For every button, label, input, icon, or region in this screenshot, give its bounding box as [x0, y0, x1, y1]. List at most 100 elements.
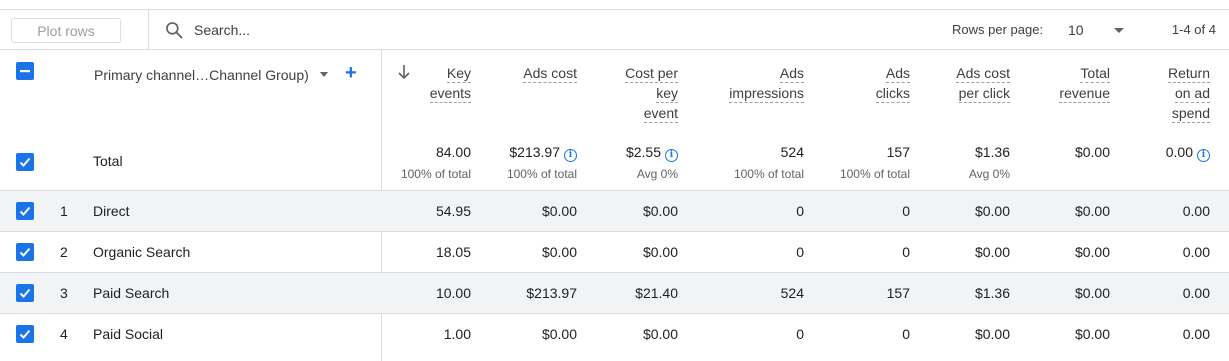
cell-return-on-ad-spend: 0.00	[1182, 244, 1210, 260]
column-header-text: Return	[1167, 65, 1210, 83]
cell-ads-cost: $0.00	[541, 203, 577, 219]
total-value-key-events: 84.00	[435, 144, 471, 160]
check-icon	[19, 288, 31, 298]
column-header-ads-impressions[interactable]: Ads impressions	[729, 63, 804, 103]
search-icon	[166, 22, 183, 39]
rows-per-page-value: 10	[1068, 22, 1084, 38]
cell-return-on-ad-spend: 0.00	[1182, 326, 1210, 342]
cell-return-on-ad-spend: 0.00	[1182, 203, 1210, 219]
total-value-return-on-ad-spend: 0.00 i	[1166, 144, 1210, 162]
cell-cost-per-key-event: $0.00	[642, 244, 678, 260]
column-header-text: impressions	[729, 85, 804, 103]
column-header-ads-cost[interactable]: Ads cost	[523, 63, 577, 83]
total-checkbox[interactable]	[16, 153, 34, 171]
search-input[interactable]	[194, 20, 494, 40]
total-value-ads-impressions: 524	[780, 144, 804, 160]
cell-total-revenue: $0.00	[1074, 203, 1110, 219]
check-icon	[19, 206, 31, 216]
row-channel-name: Paid Search	[93, 285, 170, 301]
total-sub-ads-cost: 100% of total	[506, 167, 577, 181]
column-header-text: spend	[1171, 105, 1210, 123]
column-header-text: events	[429, 85, 471, 103]
add-dimension-icon[interactable]: +	[345, 63, 361, 83]
cell-ads-cost-per-click: $0.00	[974, 244, 1010, 260]
toolbar-bottom-border	[0, 49, 1229, 50]
cell-ads-impressions: 0	[796, 244, 804, 260]
cell-ads-cost: $213.97	[526, 285, 577, 301]
cell-ads-impressions: 0	[796, 326, 804, 342]
row-number: 3	[60, 285, 68, 301]
dimension-header[interactable]: Primary channel…Channel Group)	[94, 67, 309, 83]
select-all-checkbox[interactable]	[16, 62, 34, 80]
row-checkbox[interactable]	[16, 243, 34, 261]
check-icon	[19, 157, 31, 167]
plot-rows-button[interactable]: Plot rows	[11, 18, 121, 43]
cell-ads-clicks: 0	[902, 203, 910, 219]
cell-key-events: 54.95	[435, 203, 471, 219]
column-header-text: Ads cost	[523, 65, 577, 83]
total-value-total-revenue: $0.00	[1074, 144, 1110, 160]
column-header-return-on-ad-spend[interactable]: Return on ad spend	[1167, 63, 1210, 123]
rows-per-page-label: Rows per page:	[952, 22, 1044, 37]
cell-cost-per-key-event: $21.40	[635, 285, 678, 301]
column-header-text: Total	[1080, 65, 1110, 83]
cell-ads-cost-per-click: $0.00	[974, 326, 1010, 342]
total-value-ads-cost-per-click: $1.36	[974, 144, 1010, 160]
row-checkbox[interactable]	[16, 202, 34, 220]
column-header-text: revenue	[1059, 85, 1110, 103]
cell-total-revenue: $0.00	[1074, 326, 1110, 342]
row-number: 4	[60, 326, 68, 342]
info-icon[interactable]: i	[564, 149, 577, 162]
cell-cost-per-key-event: $0.00	[642, 326, 678, 342]
pagination-range: 1-4 of 4	[1171, 22, 1216, 37]
row-checkbox[interactable]	[16, 325, 34, 343]
column-header-cost-per-key-event[interactable]: Cost per key event	[625, 63, 678, 123]
cell-ads-cost: $0.00	[541, 244, 577, 260]
cell-cost-per-key-event: $0.00	[642, 203, 678, 219]
cell-total-revenue: $0.00	[1074, 244, 1110, 260]
cell-key-events: 1.00	[443, 326, 471, 342]
column-header-ads-cost-per-click[interactable]: Ads cost per click	[956, 63, 1010, 103]
rows-per-page-select[interactable]: 10	[1066, 18, 1130, 43]
sort-descending-icon[interactable]	[397, 64, 411, 80]
cell-ads-impressions: 0	[796, 203, 804, 219]
column-header-ads-clicks[interactable]: Ads clicks	[875, 63, 910, 103]
dimension-dropdown-icon[interactable]	[320, 72, 328, 77]
table-row[interactable]: 3 Paid Search 10.00 $213.97 $21.40 524 157 $1.3…	[0, 272, 1229, 313]
total-sub-ads-clicks: 100% of total	[839, 167, 910, 181]
check-icon	[19, 329, 31, 339]
row-number: 2	[60, 244, 68, 260]
column-header-text: Ads cost	[956, 65, 1010, 83]
row-checkbox[interactable]	[16, 284, 34, 302]
cell-return-on-ad-spend: 0.00	[1182, 285, 1210, 301]
toolbar-top-border	[0, 9, 1229, 10]
check-icon	[19, 247, 31, 257]
column-header-text: on ad	[1174, 85, 1210, 103]
cell-ads-clicks: 0	[902, 326, 910, 342]
cell-ads-cost-per-click: $0.00	[974, 203, 1010, 219]
table-row[interactable]: 2 Organic Search 18.05 $0.00 $0.00 0 0 $0.00 $0.…	[0, 231, 1229, 272]
cell-ads-impressions: 524	[780, 285, 804, 301]
cell-ads-cost-per-click: $1.36	[974, 285, 1010, 301]
chevron-down-icon	[1114, 28, 1124, 33]
column-header-text: key	[656, 85, 678, 103]
total-sub-key-events: 100% of total	[400, 167, 471, 181]
table-row[interactable]: 4 Paid Social 1.00 $0.00 $0.00 0 0 $0.00 $0.00 0.…	[0, 313, 1229, 354]
column-header-total-revenue[interactable]: Total revenue	[1059, 63, 1110, 103]
column-header-text: per click	[958, 85, 1010, 103]
total-value-cost-per-key-event: $2.55 i	[626, 144, 678, 162]
total-sub-ads-cost-per-click: Avg 0%	[968, 167, 1010, 181]
total-value-ads-cost: $213.97 i	[509, 144, 577, 162]
column-header-key-events[interactable]: Key events	[429, 63, 471, 103]
column-header-text: event	[643, 105, 678, 123]
table-row[interactable]: 1 Direct 54.95 $0.00 $0.00 0 0 $0.00 $0.00 0.00	[0, 190, 1229, 231]
info-icon[interactable]: i	[665, 149, 678, 162]
row-number: 1	[60, 203, 68, 219]
column-header-text: Ads	[885, 65, 910, 83]
cell-key-events: 10.00	[435, 285, 471, 301]
info-icon[interactable]: i	[1197, 149, 1210, 162]
column-header-text: Key	[446, 65, 471, 83]
total-label: Total	[93, 153, 123, 169]
cell-ads-clicks: 157	[886, 285, 910, 301]
cell-key-events: 18.05	[435, 244, 471, 260]
